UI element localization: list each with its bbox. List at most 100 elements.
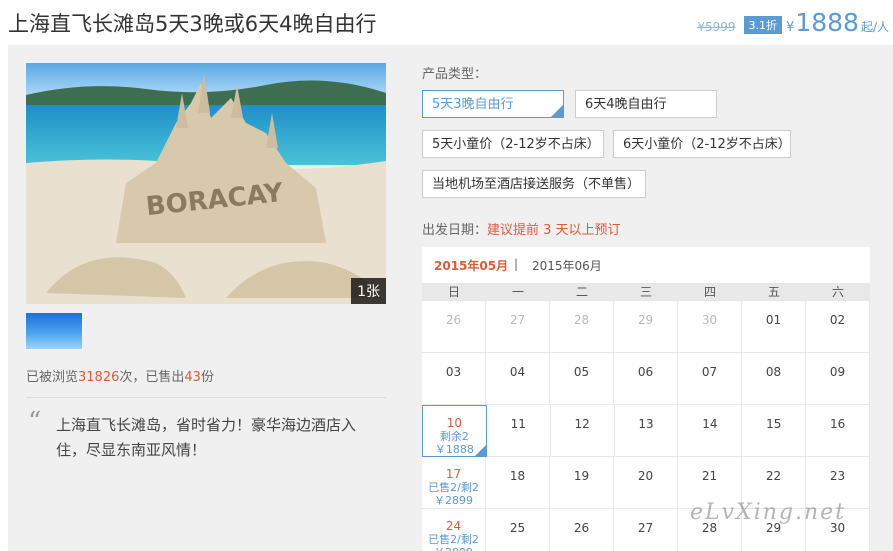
day-number: 01 (765, 313, 782, 327)
month-tab-may[interactable]: 2015年05月 (434, 257, 508, 274)
day-number: 15 (766, 417, 782, 431)
month-tabs: 2015年05月 | 2015年06月 (422, 247, 870, 283)
day-number: 17 (445, 467, 462, 481)
calendar-day[interactable]: 26 (550, 509, 614, 551)
watermark: eLvXing.net (690, 500, 847, 525)
calendar-day[interactable]: 08 (742, 353, 806, 405)
option-5d3n[interactable]: 5天3晚自由行 (422, 90, 564, 118)
day-number: 16 (829, 417, 846, 431)
page-title: 上海直飞长滩岛5天3晚或6天4晚自由行 (8, 12, 377, 36)
sold-count: 43 (184, 370, 201, 385)
weekday-1: 一 (511, 285, 524, 299)
calendar-day[interactable]: 03 (422, 353, 486, 405)
calendar-day[interactable]: 14 (678, 405, 743, 457)
calendar-day[interactable]: 04 (486, 353, 550, 405)
day-number: 07 (701, 365, 718, 379)
day-number: 23 (829, 469, 846, 483)
calendar-day[interactable]: 20 (614, 457, 678, 509)
day-number: 09 (829, 365, 846, 379)
quote-icon: “ (28, 407, 42, 437)
option-airport-transfer[interactable]: 当地机场至酒店接送服务（不单售） (422, 170, 646, 198)
sand-castle-image: BORACAY (26, 63, 386, 304)
calendar-day[interactable]: 16 (806, 405, 870, 457)
weekday-6: 六 (831, 285, 844, 299)
day-price: ￥2899 (434, 494, 473, 507)
product-description: 上海直飞长滩岛，省时省力！豪华海边酒店入住，尽显东南亚风情！ (56, 416, 357, 459)
calendar-day[interactable]: 06 (614, 353, 678, 405)
calendar-week: 26 27 28 29 30 01 02 (422, 301, 870, 353)
calendar-day[interactable]: 24已售2/剩2￥2899 (422, 509, 486, 551)
weekday-3: 三 (639, 285, 652, 299)
day-number: 11 (510, 417, 526, 431)
calendar-day[interactable]: 19 (550, 457, 614, 509)
booking-hint: 建议提前 3 天以上预订 (487, 223, 621, 238)
photo-thumbnail[interactable] (26, 313, 82, 349)
day-number: 25 (509, 521, 526, 535)
weekday-5: 五 (767, 285, 780, 299)
day-number: 12 (574, 417, 590, 431)
day-number: 27 (509, 313, 526, 327)
day-number: 24 (445, 519, 462, 533)
weekday-2: 二 (575, 285, 588, 299)
calendar-day[interactable]: 13 (614, 405, 679, 457)
calendar-day[interactable]: 02 (806, 301, 870, 353)
day-number: 10 (446, 416, 463, 430)
calendar-day[interactable]: 12 (550, 405, 615, 457)
day-number: 08 (765, 365, 782, 379)
calendar-day[interactable]: 05 (550, 353, 614, 405)
month-tab-june[interactable]: 2015年06月 (532, 257, 602, 274)
day-availability: 已售2/剩2 (428, 481, 479, 494)
divider (26, 397, 386, 398)
calendar-day[interactable]: 15 (742, 405, 807, 457)
option-6d4n[interactable]: 6天4晚自由行 (575, 90, 717, 118)
day-number: 05 (573, 365, 590, 379)
calendar-day[interactable]: 10 剩余2 ￥1888 (422, 405, 487, 457)
photo-count-badge[interactable]: 1张 (351, 278, 386, 304)
day-number: 21 (701, 469, 718, 483)
month-separator: | (514, 257, 519, 271)
day-number: 19 (573, 469, 590, 483)
calendar-day[interactable]: 17 已售2/剩2 ￥2899 (422, 457, 486, 509)
price-amount: 1888 (795, 8, 859, 37)
day-number: 02 (829, 313, 846, 327)
currency-symbol: ¥ (786, 20, 795, 35)
calendar-day[interactable]: 01 (742, 301, 806, 353)
calendar-day[interactable]: 27 (614, 509, 678, 551)
day-number: 28 (573, 313, 590, 327)
calendar-day: 27 (486, 301, 550, 353)
day-number: 13 (638, 417, 654, 431)
weekday-header: 日一二三四五六 (422, 283, 870, 301)
day-number: 14 (702, 417, 718, 431)
weekday-4: 四 (703, 285, 716, 299)
day-number: 26 (445, 313, 462, 327)
day-number: 27 (637, 521, 654, 535)
calendar-day[interactable]: 09 (806, 353, 870, 405)
calendar-day[interactable]: 25 (486, 509, 550, 551)
calendar-week: 10 剩余2 ￥1888 11 12 13 14 15 16 (422, 405, 870, 457)
day-number: 22 (765, 469, 782, 483)
main-photo[interactable]: BORACAY 1张 (26, 63, 386, 304)
price-box: ¥5999 3.1折 ¥ 1888 起/人 (697, 8, 889, 38)
stats-sold-label: 次，已售出 (119, 370, 185, 385)
calendar-day: 30 (678, 301, 742, 353)
day-number: 06 (637, 365, 654, 379)
calendar-day[interactable]: 11 (486, 405, 551, 457)
day-price: ￥2899 (422, 546, 485, 551)
product-panel: BORACAY 1张 已被浏览31826次，已售出43份 “ 上海直飞长滩岛，省… (8, 45, 893, 551)
calendar-day[interactable]: 07 (678, 353, 742, 405)
calendar-week: 03 04 05 06 07 08 09 (422, 353, 870, 405)
calendar-day[interactable]: 18 (486, 457, 550, 509)
departure-date-label: 出发日期：建议提前 3 天以上预订 (422, 219, 621, 238)
day-availability: 剩余2 (439, 430, 469, 443)
stats-unit: 份 (200, 370, 214, 385)
view-sales-stats: 已被浏览31826次，已售出43份 (26, 366, 214, 385)
weekday-0: 日 (447, 285, 460, 299)
day-number: 30 (701, 313, 718, 327)
stats-views-label: 已被浏览 (26, 370, 79, 385)
option-5d-child[interactable]: 5天小童价（2-12岁不占床） (422, 130, 604, 158)
original-price: ¥5999 (697, 20, 736, 34)
views-count: 31826 (78, 370, 120, 385)
departure-label-text: 出发日期： (422, 223, 488, 238)
day-number: 29 (637, 313, 654, 327)
option-6d-child[interactable]: 6天小童价（2-12岁不占床） (613, 130, 791, 158)
